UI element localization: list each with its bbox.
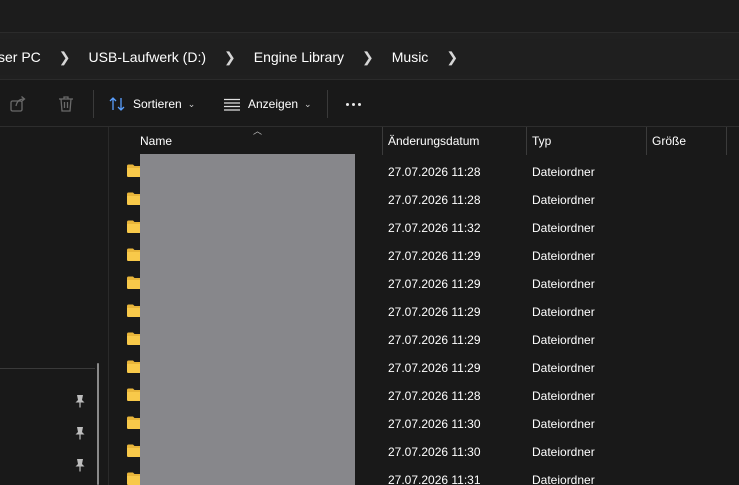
- chevron-right-icon[interactable]: ❯: [49, 49, 81, 66]
- column-divider[interactable]: [726, 127, 727, 155]
- pin-icon[interactable]: [74, 458, 86, 472]
- row-type: Dateiordner: [532, 333, 595, 347]
- toolbar-divider: [327, 90, 328, 118]
- nav-divider: [0, 368, 95, 369]
- breadcrumb-music[interactable]: Music: [384, 49, 437, 65]
- chevron-down-icon: ⌄: [187, 98, 196, 109]
- column-header-name[interactable]: Name: [134, 127, 382, 155]
- row-date: 27.07.2026 11:30: [388, 417, 481, 431]
- nav-scrollbar[interactable]: [97, 363, 99, 485]
- row-date: 27.07.2026 11:31: [388, 473, 481, 485]
- view-icon: [224, 98, 240, 111]
- view-label: Anzeigen: [248, 97, 299, 111]
- row-type: Dateiordner: [532, 473, 595, 485]
- row-date: 27.07.2026 11:29: [388, 305, 481, 319]
- row-date: 27.07.2026 11:28: [388, 389, 481, 403]
- column-header-row: ︿ Name Änderungsdatum Typ Größe: [109, 127, 739, 155]
- breadcrumb-usb-drive[interactable]: USB-Laufwerk (D:): [81, 49, 214, 65]
- command-bar: Sortieren ⌄ Anzeigen ⌄: [0, 80, 739, 127]
- row-date: 27.07.2026 11:32: [388, 221, 481, 235]
- share-icon[interactable]: [8, 94, 28, 114]
- column-header-type[interactable]: Typ: [526, 127, 646, 155]
- row-date: 27.07.2026 11:29: [388, 277, 481, 291]
- row-type: Dateiordner: [532, 165, 595, 179]
- more-icon[interactable]: [342, 92, 364, 116]
- row-date: 27.07.2026 11:28: [388, 193, 481, 207]
- breadcrumb-engine-library[interactable]: Engine Library: [246, 49, 352, 65]
- breadcrumb[interactable]: ser PC ❯ USB-Laufwerk (D:) ❯ Engine Libr…: [0, 39, 739, 75]
- column-size-label: Größe: [652, 134, 687, 148]
- column-header-date[interactable]: Änderungsdatum: [382, 127, 526, 155]
- redacted-filenames: [140, 154, 355, 485]
- file-list: ︿ Name Änderungsdatum Typ Größe 27.07.20…: [109, 127, 739, 485]
- delete-icon[interactable]: [56, 94, 76, 114]
- chevron-right-icon[interactable]: ❯: [352, 49, 384, 66]
- row-date: 27.07.2026 11:29: [388, 249, 481, 263]
- row-type: Dateiordner: [532, 305, 595, 319]
- chevron-right-icon[interactable]: ❯: [436, 49, 468, 66]
- sort-label: Sortieren: [133, 97, 182, 111]
- row-date: 27.07.2026 11:29: [388, 333, 481, 347]
- file-explorer-window: ser PC ❯ USB-Laufwerk (D:) ❯ Engine Libr…: [0, 0, 739, 485]
- row-type: Dateiordner: [532, 277, 595, 291]
- row-type: Dateiordner: [532, 389, 595, 403]
- navigation-pane: [0, 127, 109, 485]
- row-date: 27.07.2026 11:30: [388, 445, 481, 459]
- column-name-label: Name: [140, 134, 173, 148]
- pin-icon[interactable]: [74, 426, 86, 440]
- sort-button[interactable]: Sortieren ⌄: [108, 92, 195, 116]
- breadcrumb-this-pc[interactable]: ser PC: [0, 49, 49, 65]
- column-type-label: Typ: [532, 134, 552, 148]
- row-type: Dateiordner: [532, 445, 595, 459]
- view-button[interactable]: Anzeigen ⌄: [223, 92, 312, 116]
- row-type: Dateiordner: [532, 361, 595, 375]
- row-date: 27.07.2026 11:29: [388, 361, 481, 375]
- row-type: Dateiordner: [532, 249, 595, 263]
- row-type: Dateiordner: [532, 417, 595, 431]
- row-date: 27.07.2026 11:28: [388, 165, 481, 179]
- column-header-size[interactable]: Größe: [646, 127, 726, 155]
- pin-icon[interactable]: [74, 394, 86, 408]
- title-bar: [0, 0, 739, 32]
- toolbar-divider: [93, 90, 94, 118]
- row-type: Dateiordner: [532, 193, 595, 207]
- sort-icon: [109, 97, 125, 111]
- column-date-label: Änderungsdatum: [388, 134, 480, 148]
- chevron-right-icon[interactable]: ❯: [214, 49, 246, 66]
- row-type: Dateiordner: [532, 221, 595, 235]
- address-bar: ser PC ❯ USB-Laufwerk (D:) ❯ Engine Libr…: [0, 32, 739, 80]
- chevron-down-icon: ⌄: [304, 98, 312, 109]
